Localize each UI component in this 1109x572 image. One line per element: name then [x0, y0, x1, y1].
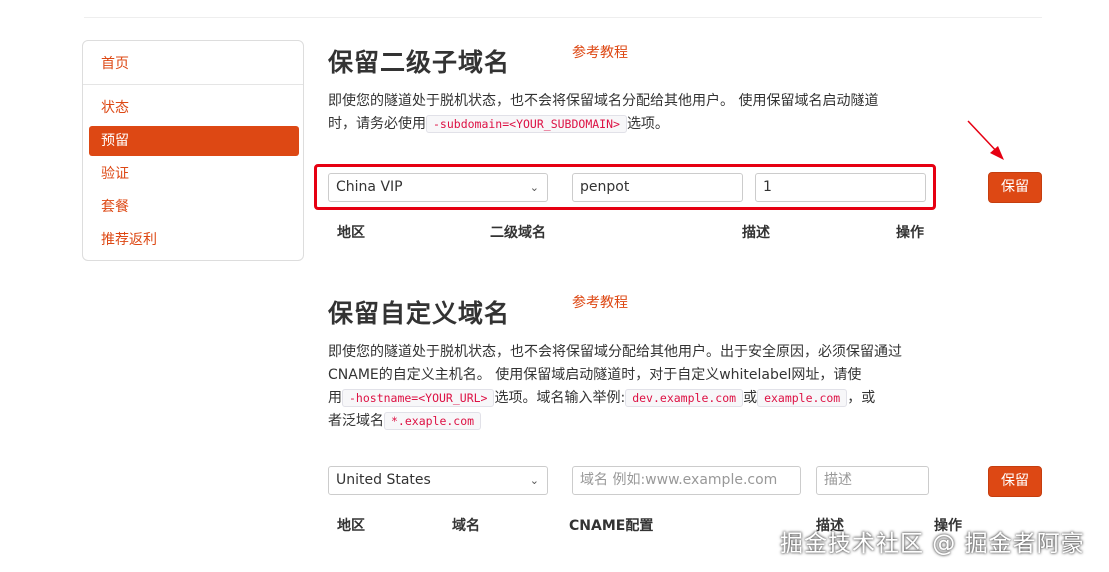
column-header-region: 地区 [337, 518, 365, 534]
column-header-region: 地区 [337, 225, 365, 241]
region-selected-value: United States [336, 472, 431, 488]
subdomain-tutorial-link[interactable]: 参考教程 [572, 42, 628, 62]
sidebar-divider [83, 84, 303, 85]
custom-domain-section-title: 保留自定义域名 [328, 299, 511, 328]
arrow-icon [967, 120, 1004, 160]
watermark: 掘金技术社区 @ 掘金者阿豪 [780, 531, 1085, 557]
reserve-subdomain-button[interactable]: 保留 [988, 172, 1042, 203]
wildcard-domain-code: *.exaple.com [384, 412, 482, 430]
description-line: 即使您的隧道处于脱机状态，也不会将保留域分配给其他用户。出于安全原因，必须保留通… [328, 344, 902, 360]
description-text: 选项。 [626, 116, 669, 132]
column-header-subdomain: 二级域名 [490, 225, 546, 241]
subdomain-description-input[interactable]: 1 [755, 173, 926, 202]
description-text: 时，请务必使用 [328, 116, 426, 132]
description-line: 即使您的隧道处于脱机状态，也不会将保留域名分配给其他用户。 使用保留域名启动隧道 [328, 93, 879, 109]
example-domain-code: example.com [757, 389, 848, 407]
sidebar-item-verify[interactable]: 验证 [89, 159, 299, 189]
sidebar-item-home[interactable]: 首页 [89, 49, 299, 79]
sidebar-item-label: 套餐 [101, 199, 129, 215]
custom-domain-region-select[interactable]: United States ⌄ [328, 466, 548, 495]
subdomain-section-title: 保留二级子域名 [328, 48, 511, 77]
column-header-description: 描述 [742, 225, 770, 241]
subdomain-description: 即使您的隧道处于脱机状态，也不会将保留域名分配给其他用户。 使用保留域名启动隧道… [328, 90, 898, 136]
example-domain-code: dev.example.com [625, 389, 744, 407]
description-text: 用 [328, 390, 342, 406]
custom-domain-description-input[interactable]: 描述 [816, 466, 929, 495]
sidebar-item-label: 推荐返利 [101, 232, 157, 248]
reserve-custom-domain-button[interactable]: 保留 [988, 466, 1042, 497]
sidebar-item-label: 状态 [101, 100, 129, 116]
description-text: 者泛域名 [328, 413, 384, 429]
top-divider [84, 17, 1042, 18]
custom-domain-input[interactable]: 域名 例如:www.example.com [572, 466, 801, 495]
sidebar-nav: 首页 状态 预留 验证 套餐 推荐返利 [82, 40, 304, 261]
chevron-down-icon: ⌄ [529, 181, 539, 194]
chevron-down-icon: ⌄ [529, 474, 539, 487]
subdomain-input-value: penpot [580, 179, 630, 195]
sidebar-item-reserve[interactable]: 预留 [89, 126, 299, 156]
column-header-cname: CNAME配置 [569, 518, 654, 534]
sidebar-item-referral[interactable]: 推荐返利 [89, 225, 299, 255]
hostname-option-code: -hostname=<YOUR_URL> [342, 389, 495, 407]
description-text: 选项。域名输入举例: [494, 390, 626, 406]
sidebar-item-status[interactable]: 状态 [89, 93, 299, 123]
region-selected-value: China VIP [336, 179, 403, 195]
sidebar-item-label: 首页 [101, 56, 129, 72]
description-text: ，或 [847, 390, 876, 406]
description-input-value: 1 [763, 179, 772, 195]
column-header-actions: 操作 [896, 225, 924, 241]
sidebar-item-label: 预留 [101, 133, 129, 149]
sidebar-item-label: 验证 [101, 166, 129, 182]
domain-input-placeholder: 域名 例如:www.example.com [580, 472, 778, 488]
subdomain-option-code: -subdomain=<YOUR_SUBDOMAIN> [426, 115, 627, 133]
description-text: 或 [743, 390, 758, 406]
subdomain-region-select[interactable]: China VIP ⌄ [328, 173, 548, 202]
custom-domain-tutorial-link[interactable]: 参考教程 [572, 292, 628, 312]
sidebar-item-plans[interactable]: 套餐 [89, 192, 299, 222]
custom-domain-description: 即使您的隧道处于脱机状态，也不会将保留域分配给其他用户。出于安全原因，必须保留通… [328, 341, 928, 433]
column-header-domain: 域名 [452, 518, 480, 534]
subdomain-input[interactable]: penpot [572, 173, 743, 202]
description-input-placeholder: 描述 [824, 472, 852, 488]
description-line: CNAME的自定义主机名。 使用保留域启动隧道时，对于自定义whitelabel… [328, 367, 862, 383]
